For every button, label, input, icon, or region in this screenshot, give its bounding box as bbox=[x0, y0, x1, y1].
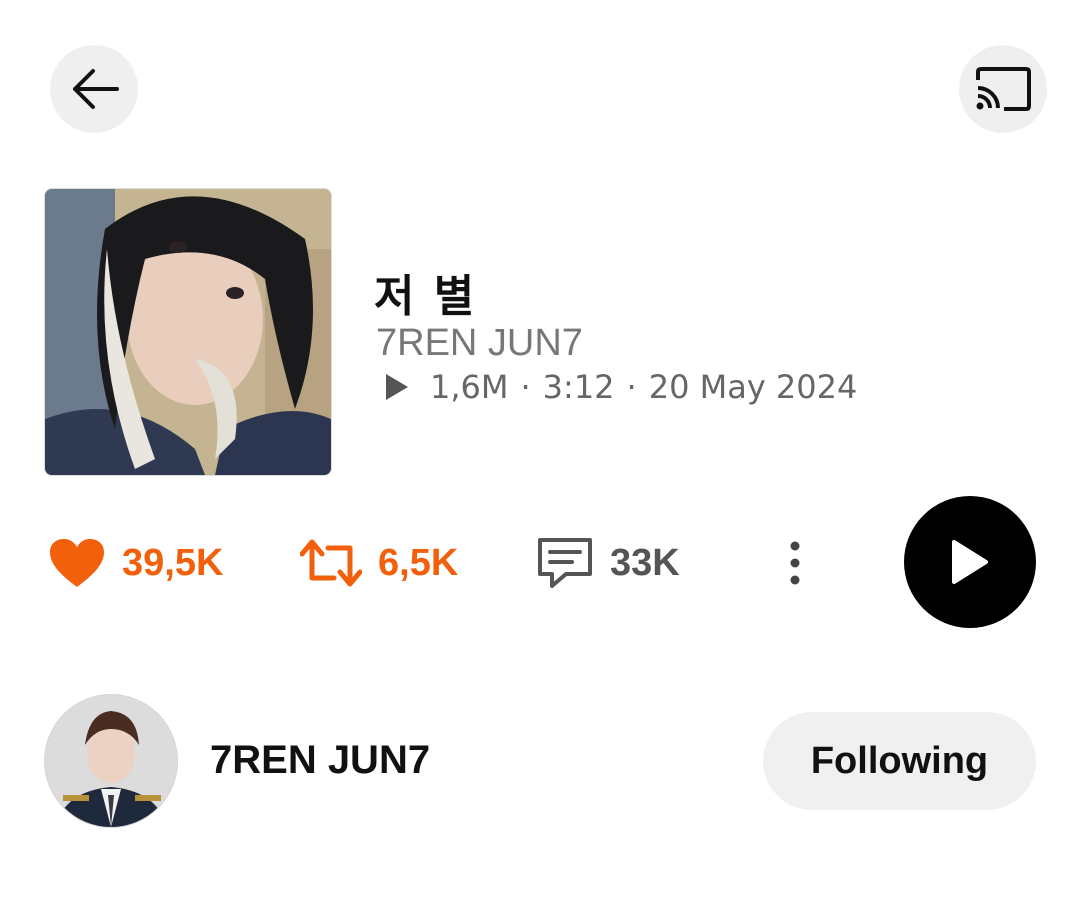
separator: · bbox=[520, 368, 531, 406]
avatar-image bbox=[45, 695, 177, 827]
play-button[interactable] bbox=[904, 496, 1036, 628]
like-button[interactable]: 39,5K bbox=[48, 530, 223, 596]
play-icon bbox=[952, 540, 988, 584]
duration: 3:12 bbox=[542, 368, 615, 406]
repost-count: 6,5K bbox=[378, 541, 459, 584]
back-button[interactable] bbox=[50, 45, 138, 133]
like-count: 39,5K bbox=[122, 541, 224, 584]
artwork-image bbox=[45, 189, 331, 475]
release-date: 20 May 2024 bbox=[648, 368, 858, 406]
cast-icon bbox=[976, 67, 1031, 111]
arrow-left-icon bbox=[73, 69, 119, 109]
user-avatar[interactable] bbox=[44, 694, 178, 828]
track-meta: 1,6M · 3:12 · 20 May 2024 bbox=[384, 368, 857, 406]
separator: · bbox=[626, 368, 637, 406]
following-button[interactable]: Following bbox=[763, 712, 1036, 810]
track-artist[interactable]: 7REN JUN7 bbox=[376, 322, 583, 365]
play-count: 1,6M bbox=[430, 368, 509, 406]
cast-button[interactable] bbox=[959, 45, 1047, 133]
track-title: 저 별 bbox=[374, 271, 477, 322]
more-vertical-icon bbox=[790, 541, 800, 585]
play-count-icon bbox=[386, 374, 408, 400]
comment-button[interactable]: 33K bbox=[536, 530, 680, 596]
track-artwork[interactable] bbox=[44, 188, 332, 476]
repost-button[interactable]: 6,5K bbox=[300, 530, 458, 596]
heart-icon bbox=[50, 539, 104, 587]
comment-icon bbox=[538, 538, 592, 588]
repost-icon bbox=[300, 539, 362, 587]
comment-count: 33K bbox=[610, 541, 680, 584]
user-name[interactable]: 7REN JUN7 bbox=[210, 738, 430, 783]
more-options-button[interactable] bbox=[780, 530, 810, 596]
